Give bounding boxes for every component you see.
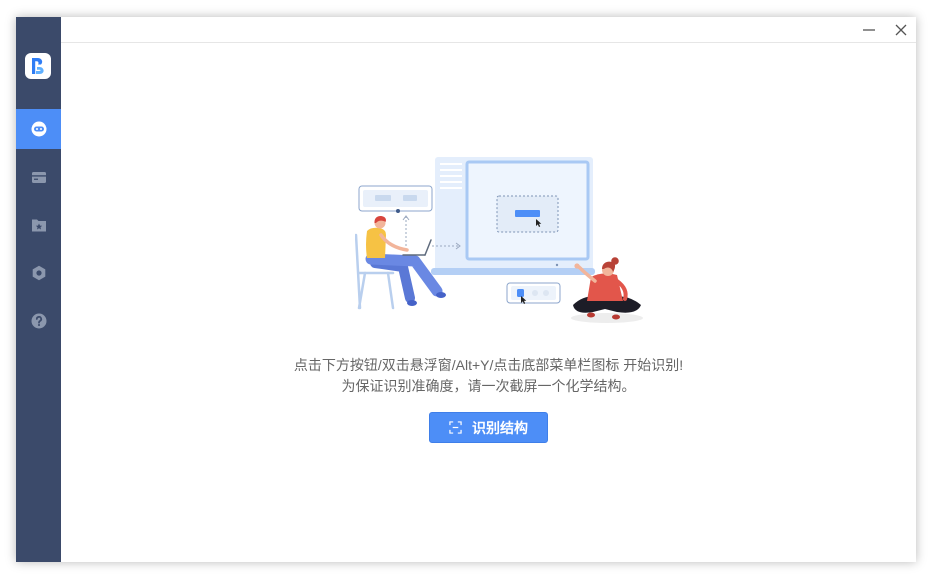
- floating-widget: [506, 282, 561, 304]
- sidebar-item-help[interactable]: [16, 301, 61, 341]
- close-button[interactable]: [892, 21, 910, 39]
- app-logo-icon[interactable]: [25, 53, 51, 79]
- app-window: 点击下方按钮/双击悬浮窗/Alt+Y/点击底部菜单栏图标 开始识别! 为保证识别…: [16, 17, 916, 562]
- close-icon: [895, 24, 907, 36]
- sidebar-item-recognize[interactable]: [16, 109, 61, 149]
- floating-widget-dot: [532, 290, 538, 296]
- sidebar-item-favorites[interactable]: [16, 205, 61, 245]
- floating-widget-dot: [543, 290, 549, 296]
- instruction-line-2: 为保证识别准确度，请一次截屏一个化学结构。: [341, 378, 636, 394]
- woman-hand: [574, 263, 580, 269]
- floor-shadow: [571, 313, 643, 323]
- hexagon-settings-icon: [31, 265, 47, 281]
- floating-widget-logo-icon: [517, 289, 524, 297]
- title-bar: [61, 17, 916, 43]
- sidebar-item-records[interactable]: [16, 157, 61, 197]
- man-torso: [366, 227, 386, 258]
- instructions: 点击下方按钮/双击悬浮窗/Alt+Y/点击底部菜单栏图标 开始识别! 为保证识别…: [61, 355, 916, 397]
- woman-shoe: [587, 312, 595, 318]
- floating-window: [358, 185, 433, 213]
- floating-window-pointer: [396, 209, 400, 213]
- minimize-button[interactable]: [860, 21, 878, 39]
- woman-shoe: [612, 314, 620, 320]
- monitor: [431, 157, 595, 275]
- recognize-button-label: 识别结构: [472, 419, 528, 436]
- up-arrow: [402, 215, 410, 250]
- monitor-base: [431, 268, 595, 275]
- screen-button: [515, 210, 540, 217]
- sidebar: [16, 17, 61, 562]
- sidebar-item-settings[interactable]: [16, 253, 61, 293]
- folder-star-icon: [31, 217, 47, 233]
- man-shoe: [407, 300, 417, 306]
- minimize-icon: [863, 29, 875, 31]
- sidebar-nav: [16, 109, 61, 349]
- scan-icon: [449, 421, 462, 434]
- robot-face-icon: [31, 121, 47, 137]
- capture-illustration: [355, 157, 643, 323]
- floating-window-tab: [375, 195, 391, 201]
- help-icon: [31, 313, 47, 329]
- instruction-line-1: 点击下方按钮/双击悬浮窗/Alt+Y/点击底部菜单栏图标 开始识别!: [293, 357, 684, 373]
- floating-window-tab: [403, 195, 417, 201]
- main-panel: 点击下方按钮/双击悬浮窗/Alt+Y/点击底部菜单栏图标 开始识别! 为保证识别…: [61, 43, 916, 562]
- floating-window-body: [363, 190, 428, 207]
- recognize-structure-button[interactable]: 识别结构: [429, 412, 548, 443]
- woman-hair-bun: [611, 257, 619, 265]
- man-leg-back: [370, 258, 415, 303]
- monitor-dot: [555, 263, 559, 267]
- card-icon: [31, 169, 47, 185]
- laptop-screen: [424, 239, 432, 256]
- man-shoe: [436, 292, 446, 298]
